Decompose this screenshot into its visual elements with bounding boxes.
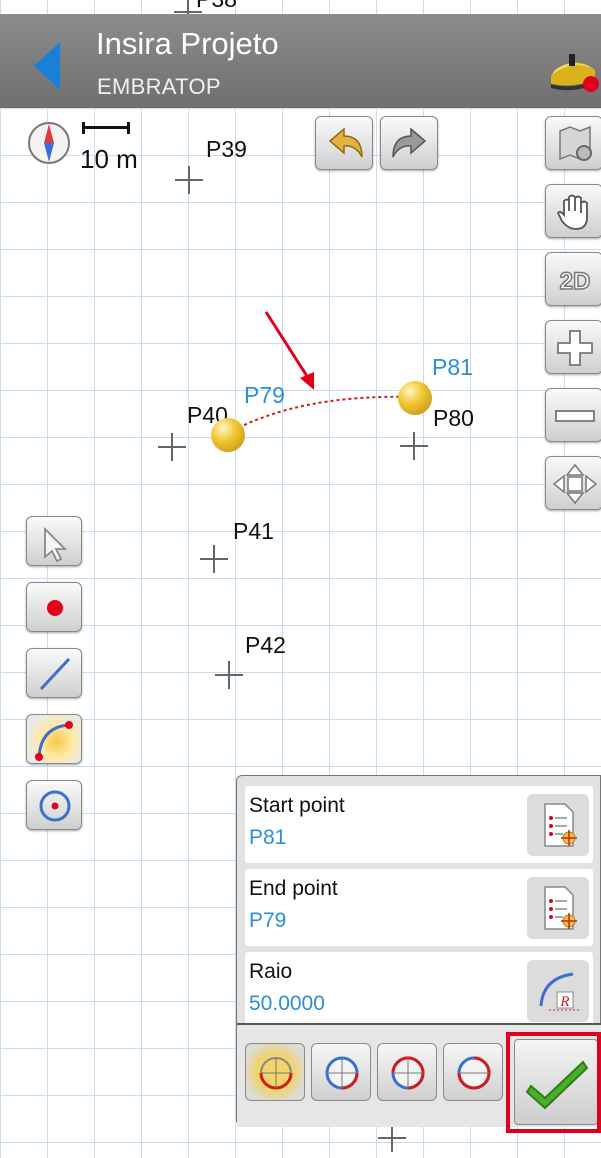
end-point-pick-button[interactable]: [527, 877, 589, 939]
pick-from-list-icon: [544, 803, 577, 847]
radius-label: Raio: [249, 960, 293, 983]
point-marker-p41[interactable]: [200, 545, 228, 573]
end-point-value: P79: [249, 909, 287, 932]
radius-value: 50.0000: [249, 992, 325, 1015]
start-point-value: P81: [249, 826, 287, 849]
confirm-button[interactable]: [514, 1039, 598, 1125]
end-point-field[interactable]: End point P79: [245, 869, 593, 946]
arc-mode-button-1[interactable]: [245, 1043, 305, 1101]
pick-from-list-icon: [544, 886, 577, 930]
arc-mode-button-4[interactable]: [443, 1043, 503, 1101]
point-marker: [378, 1124, 406, 1152]
selected-point-p81[interactable]: [398, 381, 432, 415]
radius-icon: R: [539, 972, 579, 1011]
start-point-field[interactable]: Start point P81: [245, 786, 593, 863]
point-marker-p40[interactable]: [158, 433, 186, 461]
point-label-p41: P41: [233, 518, 274, 544]
point-label-p81: P81: [432, 354, 473, 380]
arc-mode-icon: [325, 1056, 359, 1090]
point-marker-p80[interactable]: [400, 432, 428, 460]
arc-mode-icon: [391, 1056, 425, 1090]
arc-mode-icon: [457, 1056, 491, 1090]
map-canvas[interactable]: P38 Insira Projeto EMBRATOP 10 m: [0, 0, 601, 1158]
point-label-p80: P80: [433, 405, 474, 431]
arc-mode-icon: [259, 1057, 293, 1090]
radius-field[interactable]: Raio 50.0000 R: [245, 952, 593, 1029]
arc-mode-button-3[interactable]: [377, 1043, 437, 1101]
radius-button[interactable]: R: [527, 960, 589, 1022]
point-marker-p42[interactable]: [215, 661, 243, 689]
point-label-p42: P42: [245, 632, 286, 658]
start-point-label: Start point: [249, 794, 345, 817]
svg-text:R: R: [559, 994, 569, 1010]
start-point-pick-button[interactable]: [527, 794, 589, 856]
point-label-p79: P79: [244, 382, 285, 408]
arc-mode-button-2[interactable]: [311, 1043, 371, 1101]
checkmark-icon: [525, 1060, 589, 1110]
selected-point-p79[interactable]: [211, 418, 245, 452]
end-point-label: End point: [249, 877, 338, 900]
